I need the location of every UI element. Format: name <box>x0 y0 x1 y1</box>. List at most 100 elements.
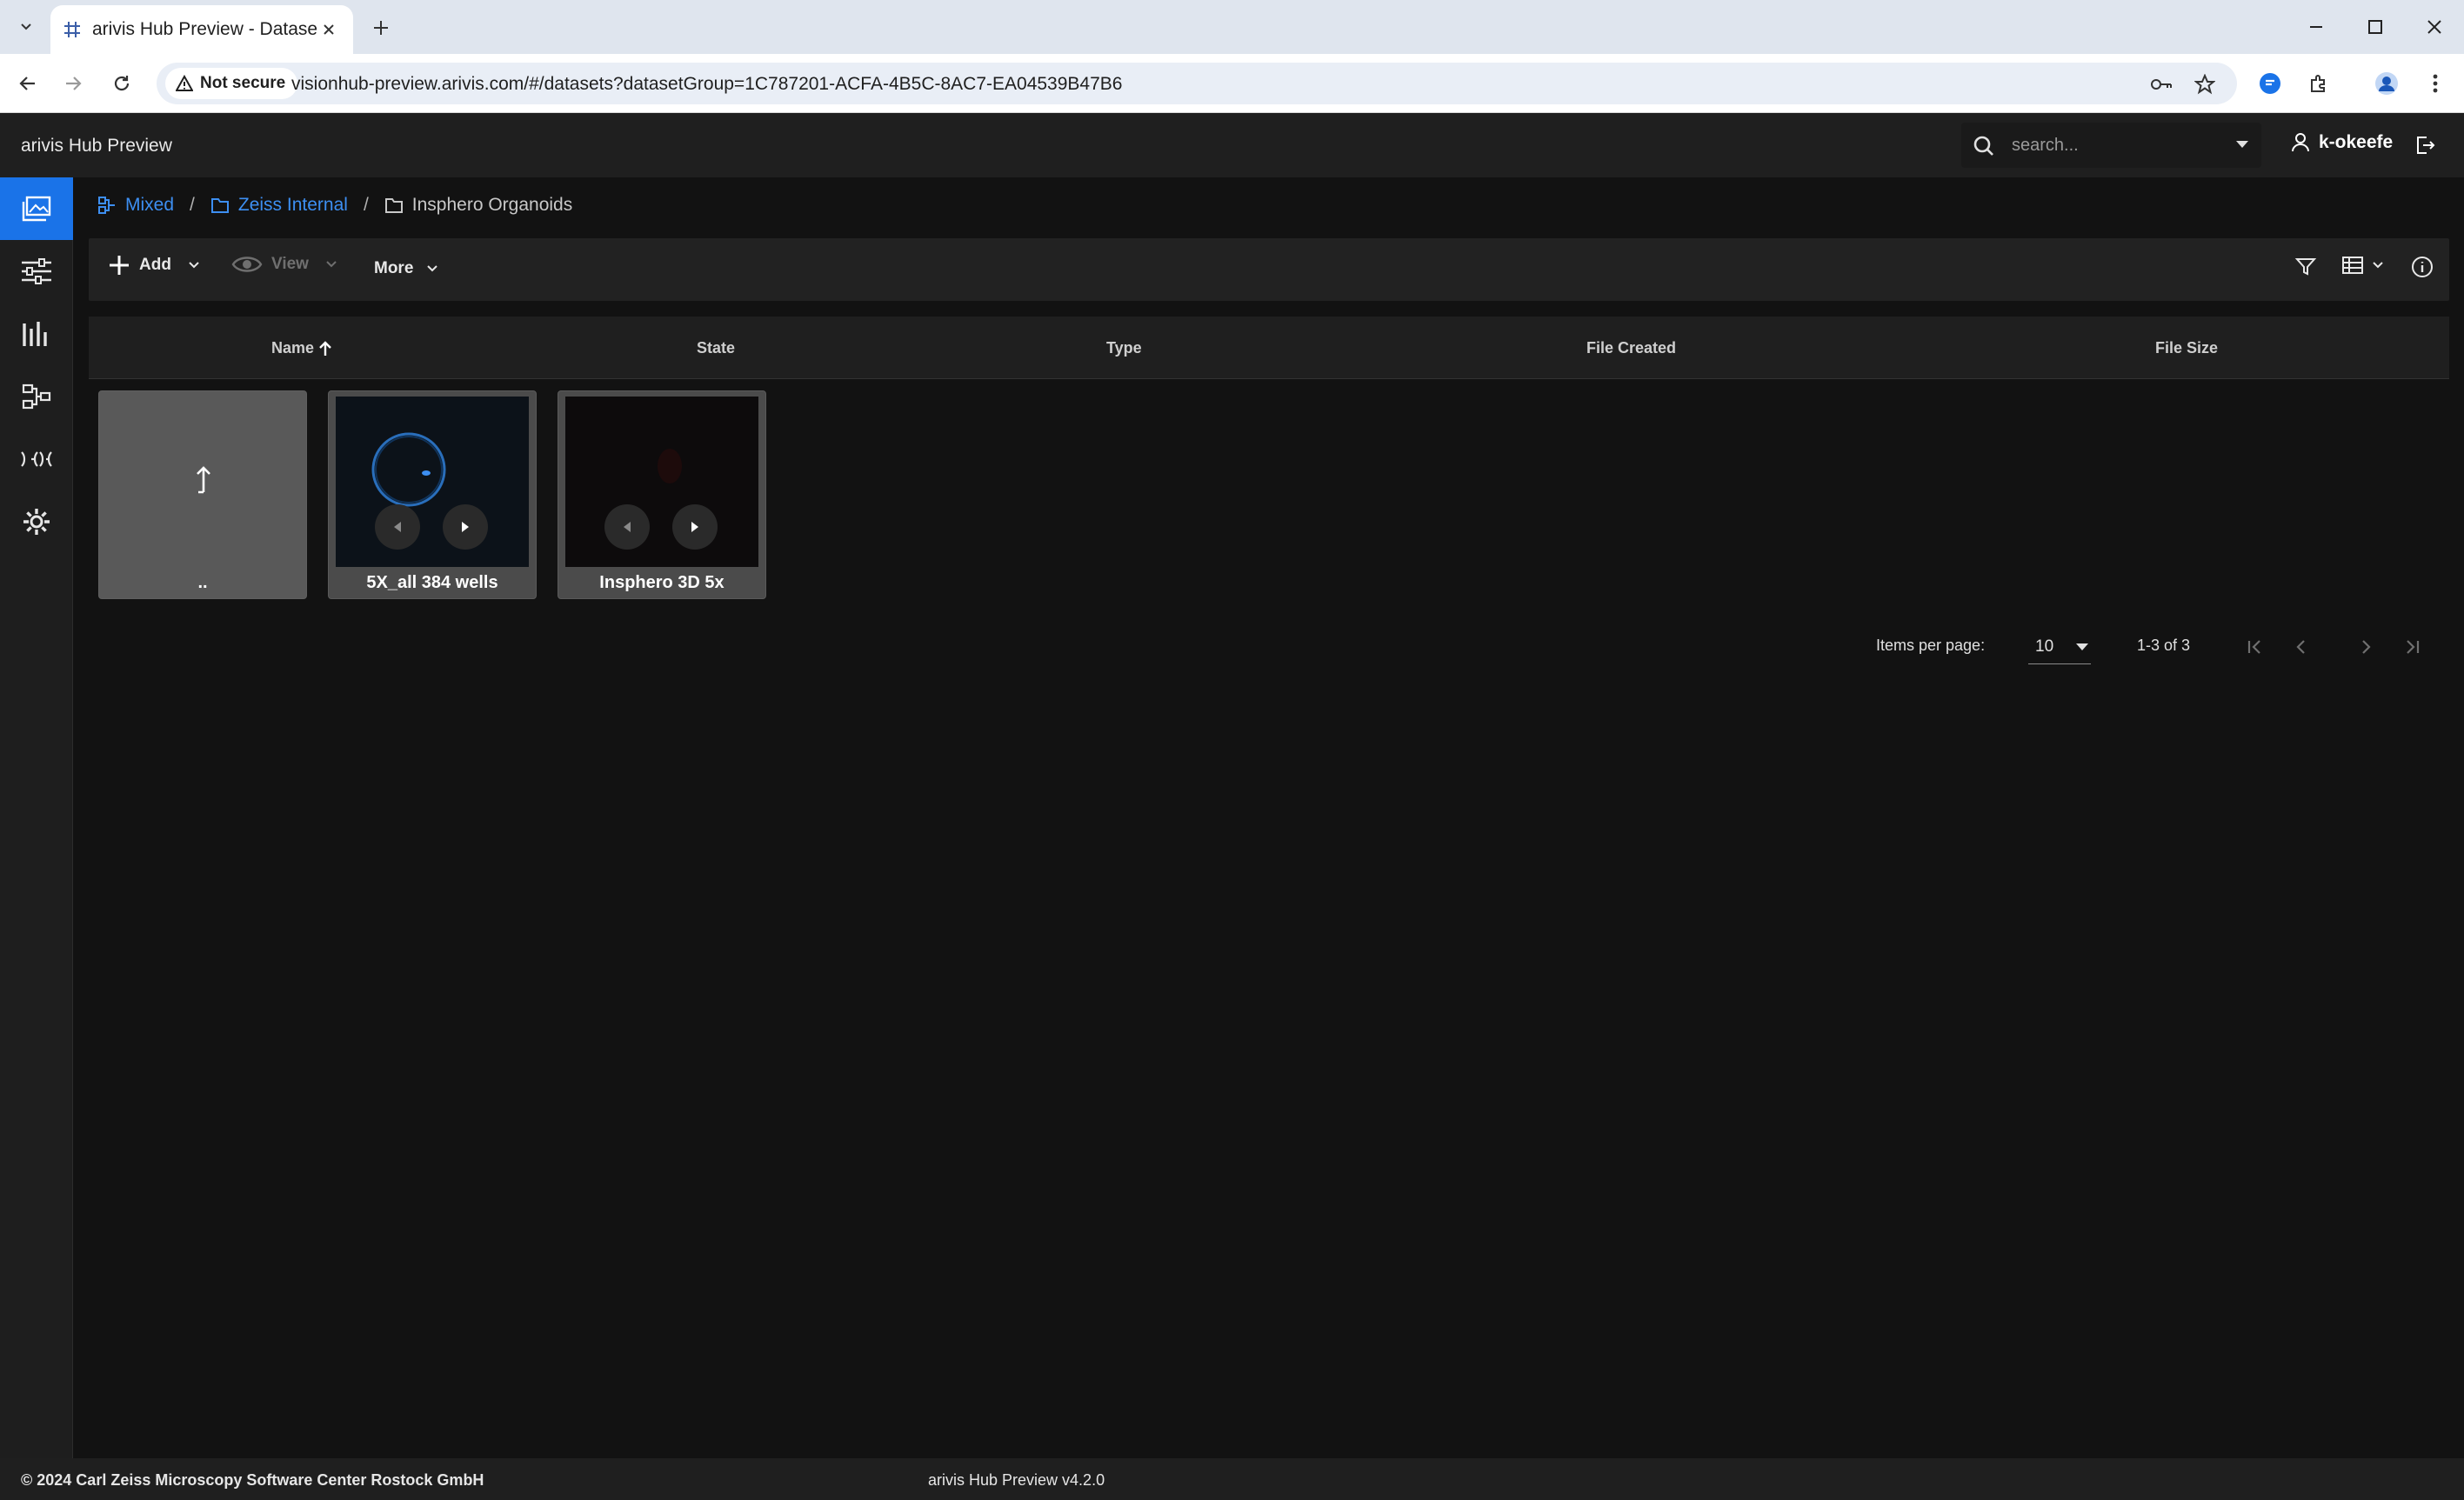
dataset-card[interactable]: Insphero 3D 5x <box>558 390 766 599</box>
more-button[interactable]: More <box>374 259 439 278</box>
arrow-right-icon <box>66 77 82 90</box>
items-per-page-select[interactable]: 10 <box>2028 630 2091 664</box>
items-per-page-value: 10 <box>2035 637 2054 656</box>
action-bar: Add View More <box>89 238 2449 301</box>
column-header-name[interactable]: Name <box>271 339 333 357</box>
password-key-icon[interactable] <box>2148 71 2174 97</box>
images-icon <box>22 196 51 222</box>
logout-icon <box>2417 137 2435 154</box>
logout-button[interactable] <box>2411 131 2439 159</box>
filter-icon <box>2294 258 2317 276</box>
browser-tab[interactable]: arivis Hub Preview - Datasets <box>50 5 353 54</box>
chevron-right-icon <box>2362 640 2371 654</box>
profile-avatar-icon[interactable] <box>2371 68 2402 99</box>
copyright-text: © 2024 Carl Zeiss Microscopy Software Ce… <box>21 1471 484 1489</box>
column-header-label: State <box>697 339 736 357</box>
column-header-label: File Created <box>1586 339 1677 357</box>
sidebar-item-settings[interactable] <box>0 490 73 553</box>
page-range: 1-3 of 3 <box>2137 637 2191 654</box>
column-header-file-created[interactable]: File Created <box>1586 339 1676 357</box>
dropdown-caret-icon <box>2236 141 2248 148</box>
filter-button[interactable] <box>2294 256 2317 278</box>
well-thumbnail-image <box>371 432 446 507</box>
back-button[interactable] <box>12 68 43 99</box>
previous-page-button[interactable] <box>2287 633 2315 661</box>
browser-tab-strip: arivis Hub Preview - Datasets <box>0 0 2464 54</box>
close-tab-button[interactable] <box>317 17 341 42</box>
dataset-thumbnail <box>336 397 529 567</box>
view-label: View <box>271 255 309 273</box>
thumbnail-next-button[interactable] <box>443 504 488 550</box>
reload-icon <box>114 76 130 91</box>
card-label: .. <box>197 573 208 592</box>
app-title: arivis Hub Preview <box>21 136 172 156</box>
plus-icon <box>110 256 129 275</box>
security-indicator[interactable]: Not secure <box>165 68 298 99</box>
thumbnail-next-button[interactable] <box>672 504 718 550</box>
extension-icon[interactable] <box>2254 68 2286 99</box>
view-button[interactable]: View <box>231 254 338 275</box>
column-header-type[interactable]: Type <box>1106 339 1142 357</box>
search-box[interactable] <box>1961 123 2261 168</box>
thumbnail-prev-button[interactable] <box>375 504 420 550</box>
layout-toggle-button[interactable] <box>2341 256 2385 275</box>
tab-search-button[interactable] <box>12 12 40 40</box>
caret-left-icon <box>394 522 401 532</box>
info-button[interactable] <box>2411 256 2434 278</box>
user-menu[interactable]: k-okeefe <box>2291 132 2393 153</box>
plus-icon <box>374 21 388 35</box>
breadcrumb-separator: / <box>363 195 369 215</box>
bookmark-star-icon[interactable] <box>2192 71 2218 97</box>
close-icon <box>2427 20 2441 34</box>
breadcrumb-item-zeiss-internal[interactable]: Zeiss Internal <box>210 195 348 216</box>
table-header: Name State Type File Created File Size <box>89 317 2449 379</box>
column-header-file-size[interactable]: File Size <box>2155 339 2218 357</box>
caret-left-icon <box>624 522 631 532</box>
extensions-puzzle-icon[interactable] <box>2303 68 2334 99</box>
dropdown-caret-icon <box>2076 643 2088 650</box>
add-label: Add <box>139 256 171 274</box>
first-page-button[interactable] <box>2241 633 2269 661</box>
chevron-down-icon <box>427 265 438 272</box>
breadcrumb-label: Mixed <box>125 195 175 215</box>
forward-button[interactable] <box>57 68 89 99</box>
thumbnail-prev-button[interactable] <box>604 504 650 550</box>
breadcrumb-item-mixed[interactable]: Mixed <box>97 195 174 216</box>
user-icon <box>2292 133 2309 152</box>
last-page-button[interactable] <box>2398 633 2426 661</box>
new-tab-button[interactable] <box>365 12 397 43</box>
next-page-button[interactable] <box>2352 633 2380 661</box>
items-per-page-label: Items per page: <box>1876 637 1986 654</box>
sidebar-item-datasets[interactable] <box>0 177 73 240</box>
level-up-icon <box>197 466 210 494</box>
address-bar[interactable]: Not secure visionhub-preview.arivis.com/… <box>157 63 2237 104</box>
organoid-thumbnail-image <box>658 449 682 483</box>
sidebar <box>0 177 73 1458</box>
folder-icon <box>384 198 403 213</box>
window-controls <box>2287 0 2464 54</box>
sliders-icon <box>22 258 51 284</box>
caret-right-icon <box>691 522 698 532</box>
card-label: Insphero 3D 5x <box>599 573 725 592</box>
minimize-button[interactable] <box>2287 0 2346 54</box>
column-header-state[interactable]: State <box>697 339 735 357</box>
search-input[interactable] <box>2012 133 2220 157</box>
arrow-left-icon <box>19 77 35 90</box>
gear-icon <box>23 509 50 535</box>
browser-menu-icon[interactable] <box>2420 68 2451 99</box>
column-header-label: Type <box>1106 339 1142 357</box>
maximize-button[interactable] <box>2346 0 2405 54</box>
parent-folder-card[interactable]: .. <box>98 390 307 599</box>
close-window-button[interactable] <box>2405 0 2464 54</box>
add-button[interactable]: Add <box>108 254 201 277</box>
sidebar-item-analytics[interactable] <box>0 303 73 365</box>
chevron-down-icon <box>21 23 31 30</box>
close-icon <box>324 24 334 35</box>
sidebar-item-workflows[interactable] <box>0 365 73 428</box>
reload-button[interactable] <box>106 68 137 99</box>
first-page-icon <box>2247 640 2260 654</box>
sidebar-item-pipelines[interactable] <box>0 240 73 303</box>
sidebar-item-operators[interactable] <box>0 428 73 490</box>
url-text[interactable]: visionhub-preview.arivis.com/#/datasets?… <box>291 74 1122 95</box>
dataset-card[interactable]: 5X_all 384 wells <box>328 390 537 599</box>
